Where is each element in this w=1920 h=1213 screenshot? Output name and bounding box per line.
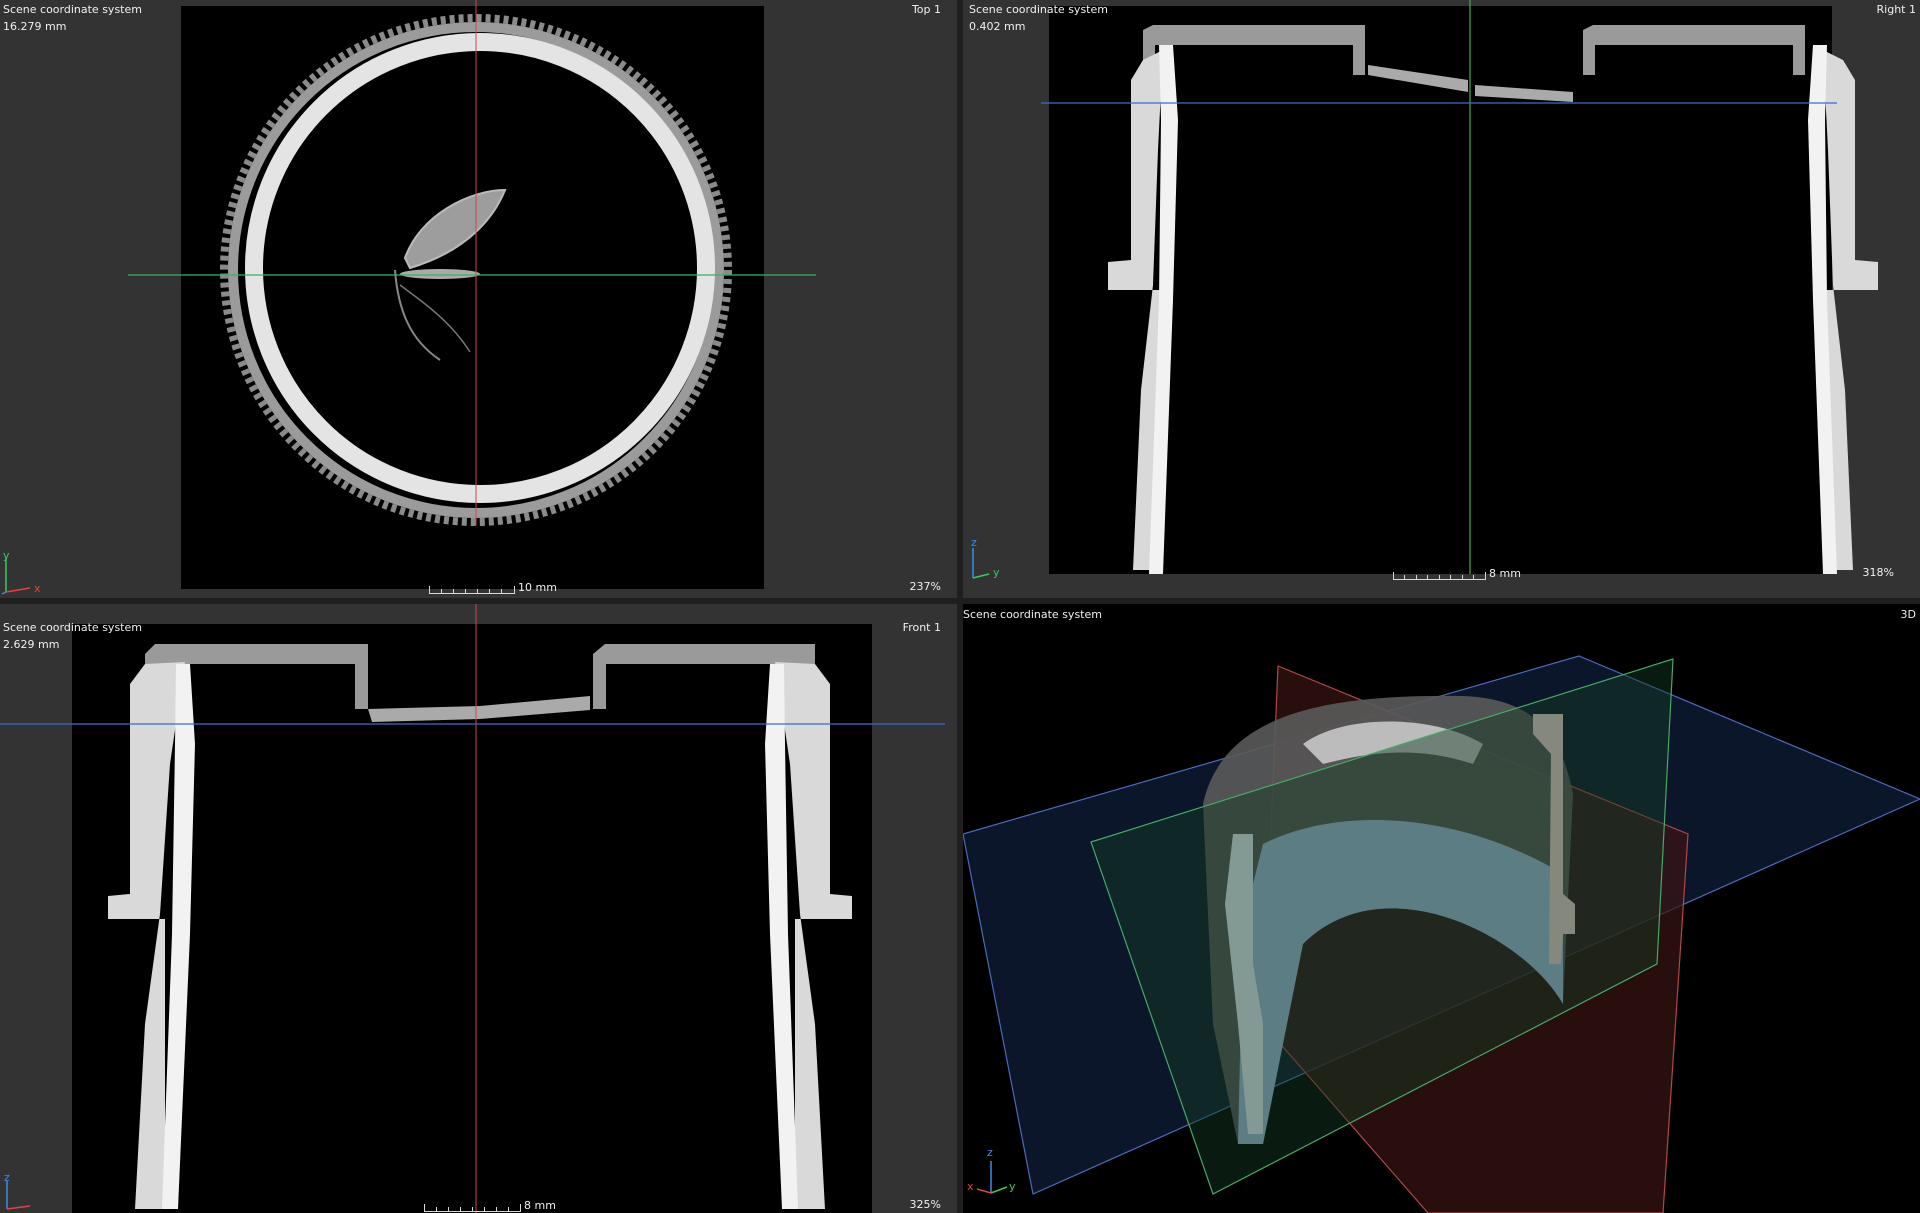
- scale-bar-label: 10 mm: [518, 581, 557, 594]
- axis-left-label: x: [967, 1180, 974, 1193]
- coord-system-label: Scene coordinate system: [969, 3, 1108, 16]
- coord-system-label: Scene coordinate system: [963, 608, 1102, 621]
- zoom-label: 237%: [909, 580, 941, 593]
- scale-bar: 8 mm: [424, 1196, 556, 1212]
- axis-up-label: z: [971, 536, 977, 549]
- viewport-right[interactable]: Scene coordinate system 0.402 mm Right 1…: [963, 0, 1920, 598]
- viewport-name-label: Top 1: [911, 3, 941, 16]
- axis-right-label: y: [993, 566, 1000, 579]
- viewport-front[interactable]: Scene coordinate system 2.629 mm Front 1…: [0, 604, 957, 1213]
- zoom-label: 325%: [909, 1198, 941, 1211]
- scale-bar-label: 8 mm: [1489, 567, 1521, 580]
- slice-depth-label: 16.279 mm: [3, 20, 67, 33]
- slice-depth-label: 0.402 mm: [969, 20, 1026, 33]
- axis-up-label: y: [3, 549, 10, 562]
- viewport-name-label: Right 1: [1876, 3, 1916, 16]
- front-slice-canvas[interactable]: [0, 604, 957, 1213]
- scale-bar: 10 mm: [429, 578, 557, 594]
- axis-up-label: z: [4, 1171, 10, 1184]
- right-slice-canvas[interactable]: [963, 0, 1920, 598]
- scale-bar: 8 mm: [1393, 564, 1523, 580]
- viewport-name-label: 3D: [1900, 608, 1916, 621]
- viewport-top[interactable]: Scene coordinate system 16.279 mm Top 1 …: [0, 0, 957, 598]
- axis-up-label: z: [987, 1146, 993, 1159]
- scale-bar-label: 8 mm: [524, 1199, 556, 1212]
- viewport-3d[interactable]: Scene coordinate system 3D z y x: [963, 604, 1920, 1213]
- axis-right-label: x: [34, 582, 41, 595]
- axis-right-label: y: [1009, 1180, 1016, 1193]
- coord-system-label: Scene coordinate system: [3, 3, 142, 16]
- 3d-render-canvas[interactable]: [963, 604, 1920, 1213]
- zoom-label: 318%: [1862, 566, 1894, 579]
- slice-depth-label: 2.629 mm: [3, 638, 60, 651]
- coord-system-label: Scene coordinate system: [3, 621, 142, 634]
- top-slice-canvas[interactable]: [0, 0, 957, 598]
- viewport-name-label: Front 1: [902, 621, 941, 634]
